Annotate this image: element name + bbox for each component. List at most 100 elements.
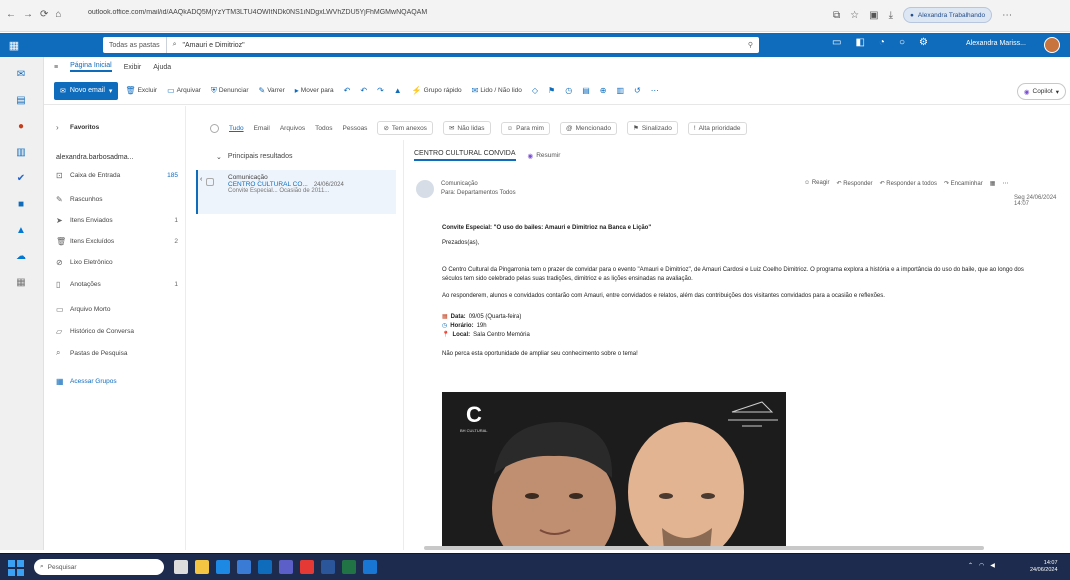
start-button[interactable] [8,560,24,576]
filter-email[interactable]: Email [254,125,270,132]
folder-deleted[interactable]: 🗑 Itens Excluídos 2 [56,234,184,248]
notifications-icon[interactable]: ◔ [879,37,885,48]
taskbar-clock[interactable]: 14:07 24/06/2024 [1030,560,1058,574]
filter-teams[interactable]: Todos [315,125,332,132]
todo-icon[interactable]: ✔ [13,171,29,185]
more-actions-button[interactable]: ⋯ [648,86,662,95]
pin-button[interactable]: ▲ [391,86,405,95]
summarize-button[interactable]: ◉ Resumir [528,152,561,160]
filter-icon[interactable]: ⚲ [748,41,753,49]
more-icon[interactable]: ⋯ [1002,180,1008,187]
calendar-icon[interactable]: ▤ [13,93,29,107]
folder-archive[interactable]: ▭ Arquivo Morto [56,302,184,316]
sender-name[interactable]: Comunicação [441,180,516,189]
quick-steps-button[interactable]: ⚡ Grupo rápido [409,86,465,95]
store-icon[interactable] [237,560,251,574]
mail-icon[interactable]: ✉ [13,67,29,81]
archive-button[interactable]: ▭ Arquivar [164,86,204,95]
photos-icon[interactable] [363,560,377,574]
search-input[interactable]: "Amauri e Dimitrioz" [177,42,245,49]
folder-conversation-history[interactable]: ▱ Histórico de Conversa [56,324,184,338]
recipients[interactable]: Para: Departamentos Todos [441,189,516,198]
flag-button[interactable]: ⚑ [545,86,558,95]
excel-taskbar-icon[interactable] [342,560,356,574]
settings-gear-icon[interactable]: ⚙ [919,37,928,48]
account-header[interactable]: alexandra.barbosadma... [56,150,184,164]
filter-high-priority[interactable]: ! Alta prioridade [687,121,747,135]
folder-notes[interactable]: ▯ Anotações 1 [56,277,184,291]
teams-icon[interactable]: ◧ [855,37,864,48]
move-to-button[interactable]: ▸ Mover para [292,86,337,95]
folder-inbox[interactable]: ⊡ Caixa de Entrada 185 [56,168,184,182]
tab-home[interactable]: Página Inicial [70,62,112,72]
extensions-icon[interactable]: ⧉ [833,10,840,21]
wifi-icon[interactable]: ◠ [979,562,984,569]
print-button[interactable]: ▤ [579,86,593,95]
immersive-reader-button[interactable]: ▥ [613,86,627,95]
outlook-icon[interactable] [258,560,272,574]
reply-button[interactable]: ↶ [341,86,354,95]
cloud-icon[interactable]: ☁ [13,249,29,263]
message-list-item[interactable]: ‹ Comunicação CENTRO CULTURAL CO... 24/0… [196,170,396,214]
more-apps-icon[interactable]: ▦ [13,275,29,289]
people-icon[interactable]: ● [13,119,29,133]
apps-icon[interactable]: ▦ [990,180,996,187]
select-checkbox[interactable] [206,178,214,186]
horizontal-scrollbar[interactable] [424,546,984,550]
tag-button[interactable]: ◇ [529,86,541,95]
onedrive-icon[interactable]: ▲ [13,223,29,237]
new-mail-button[interactable]: ✉ Novo email ▾ [54,81,119,100]
filter-all[interactable]: Tudo [229,125,244,132]
filter-to-me[interactable]: ☺ Para mim [500,121,550,135]
access-groups-link[interactable]: ▦ Acessar Grupos [56,374,184,388]
search-scope-dropdown[interactable]: Todas as pastas [103,37,167,53]
files-icon[interactable]: ▥ [13,145,29,159]
reply-all-button[interactable]: ↶ [357,86,370,95]
expand-chevron-icon[interactable]: ‹ [200,176,202,183]
forward-icon[interactable]: → [23,9,33,20]
snooze-button[interactable]: ◷ [562,86,575,95]
favorites-header[interactable]: › Favoritos [56,120,184,134]
edge-icon[interactable] [216,560,230,574]
zoom-button[interactable]: ⊕ [597,86,610,95]
favorite-star-icon[interactable]: ☆ [850,10,859,21]
chevron-up-icon[interactable]: ⌃ [968,562,973,569]
file-explorer-icon[interactable] [195,560,209,574]
word-taskbar-icon[interactable] [321,560,335,574]
tab-view[interactable]: Exibir [124,64,142,71]
reply-all-button-inline[interactable]: ↶ Responder a todos [880,180,937,187]
downloads-icon[interactable]: ⤓ [889,10,893,21]
profile-button[interactable]: ● Alexandra Trabalhando [902,7,993,23]
undo-button[interactable]: ↺ [631,86,644,95]
address-bar[interactable]: outlook.office.com/mail/id/AAQkADQ5MjYzY… [88,9,813,23]
word-icon[interactable]: ■ [13,197,29,211]
teams-taskbar-icon[interactable] [279,560,293,574]
react-button[interactable]: ☺ Reagir [804,180,830,187]
user-avatar[interactable] [1044,37,1060,53]
report-button[interactable]: ⛨ Denunciar [208,86,252,96]
back-icon[interactable]: ← [6,9,16,20]
folder-sent[interactable]: ➤ Itens Enviados 1 [56,213,184,227]
forward-button-inline[interactable]: ↷ Encaminhar [944,180,983,187]
meet-now-icon[interactable]: ▭ [832,37,841,48]
collections-icon[interactable]: ▣ [869,10,878,21]
collapse-pane-icon[interactable]: ≡ [54,64,58,71]
account-name[interactable]: Alexandra Mariss... [966,40,1026,47]
tab-help[interactable]: Ajuda [153,64,171,71]
folder-junk[interactable]: ⊘ Lixo Eletrônico [56,255,184,269]
search-box[interactable]: Todas as pastas ⌕ "Amauri e Dimitrioz" ⚲ [103,37,759,53]
chrome-icon[interactable] [300,560,314,574]
chevron-down-icon[interactable]: ▾ [109,87,113,95]
forward-button[interactable]: ↷ [374,86,387,95]
read-unread-button[interactable]: ✉ Lido / Não lido [469,86,525,95]
delete-button[interactable]: 🗑 Excluir [122,86,160,95]
results-group-header[interactable]: ⌄ Principais resultados [216,153,292,161]
tips-icon[interactable]: ○ [899,37,905,48]
filter-unread[interactable]: ✉ Não lidas [442,121,491,135]
folder-search-folders[interactable]: ⌕ Pastas de Pesquisa [56,346,184,360]
folder-drafts[interactable]: ✎ Rascunhos [56,192,184,206]
browser-menu-icon[interactable]: ⋯ [1002,10,1012,21]
filter-flagged[interactable]: ⚑ Sinalizado [626,121,678,135]
volume-icon[interactable]: ◀ [990,562,995,569]
filter-mentioned[interactable]: @ Mencionado [559,121,617,135]
